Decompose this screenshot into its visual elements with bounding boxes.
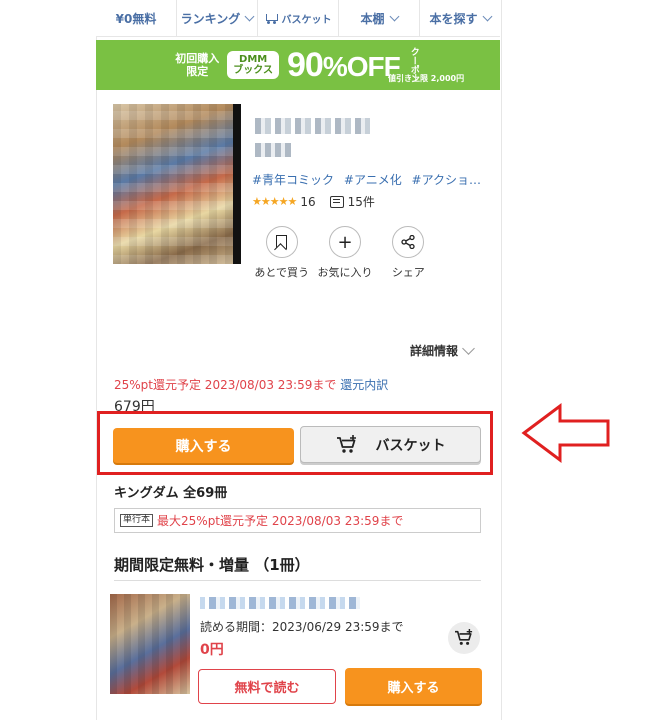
nav-bookshelf[interactable]: 本棚	[339, 0, 420, 36]
add-to-basket-icon-button[interactable]	[448, 622, 480, 654]
genre-tags: #青年コミック #アニメ化 #アクショ…	[252, 171, 487, 188]
free-price: 0円	[200, 642, 224, 658]
discount-text: 90%OFF	[286, 45, 401, 85]
points-text: 25%pt還元予定 2023/08/03 23:59まで	[114, 378, 337, 392]
basket-label: バスケット	[375, 437, 446, 454]
first-purchase-line2: 限定	[186, 65, 209, 78]
nav-free[interactable]: ¥0無料	[96, 0, 177, 36]
first-purchase-line1: 初回購入	[175, 52, 220, 65]
nav-bookshelf-label: 本棚	[360, 11, 385, 26]
star-rating-icon: ★★★★★	[252, 195, 297, 208]
read-free-button[interactable]: 無料で読む	[198, 669, 336, 704]
book-subtitle-blurred	[255, 143, 291, 157]
chevron-down-icon	[482, 11, 492, 21]
volume-title-blurred	[200, 597, 360, 609]
format-tag: 単行本	[120, 514, 154, 527]
share-label: シェア	[391, 266, 425, 279]
rating-row[interactable]: ★★★★★ 16 15件	[252, 193, 375, 210]
first-purchase-label: 初回購入 限定	[175, 52, 219, 78]
review-count: 16	[300, 194, 316, 209]
detail-info-toggle[interactable]: 詳細情報	[410, 341, 475, 359]
tag-link[interactable]: #青年コミック	[252, 173, 334, 187]
chevron-down-icon	[389, 11, 399, 21]
buy-later-label: あとで買う	[254, 266, 309, 279]
left-arrow-annotation-icon	[521, 403, 610, 463]
chevron-down-icon	[244, 11, 255, 21]
book-cover-image[interactable]	[113, 104, 241, 264]
format-points-row[interactable]: 単行本 最大25%pt還元予定 2023/08/03 23:59まで	[114, 508, 481, 533]
nav-search-books-label: 本を探す	[429, 11, 478, 26]
dmm-logo-line2: ブックス	[233, 65, 273, 76]
divider	[114, 580, 481, 581]
buy-button[interactable]: 購入する	[113, 428, 294, 463]
product-actions: あとで買う + お気に入り シェア	[250, 226, 440, 280]
nav-basket[interactable]: バスケット	[258, 0, 339, 36]
volume-cover-image[interactable]	[110, 594, 190, 694]
discount-cap: 値引き上限 2,000円	[388, 74, 465, 83]
cart-plus-icon	[336, 434, 356, 453]
favorite-label: お気に入り	[317, 266, 373, 279]
bookmark-icon	[265, 226, 298, 258]
format-points: 最大25%pt還元予定 2023/08/03 23:59まで	[157, 514, 404, 528]
dmm-logo-line1: DMM	[239, 54, 268, 65]
tag-link[interactable]: #アニメ化	[344, 173, 402, 187]
comment-count: 15件	[347, 195, 375, 209]
nav-basket-label: バスケット	[281, 14, 332, 26]
favorite-button[interactable]: + お気に入り	[313, 226, 376, 280]
series-title: キングダム 全69冊	[114, 482, 227, 501]
points-breakdown-link[interactable]: 還元内訳	[340, 378, 388, 392]
nav-ranking-label: ランキング	[180, 11, 241, 26]
dmm-books-logo: DMM ブックス	[227, 51, 279, 79]
points-info: 25%pt還元予定 2023/08/03 23:59まで 還元内訳	[114, 376, 388, 393]
read-period: 読める期間：2023/06/29 23:59まで	[200, 620, 404, 634]
series-count: 全69冊	[183, 486, 228, 501]
share-icon	[392, 226, 425, 258]
cart-plus-icon	[455, 629, 473, 645]
discount-value: 90	[286, 45, 324, 84]
comment-icon	[329, 195, 344, 208]
book-title-blurred	[255, 118, 370, 134]
share-button[interactable]: シェア	[377, 226, 440, 280]
limited-free-heading: 期間限定無料・増量 （1冊）	[114, 556, 310, 574]
chevron-down-icon	[462, 341, 475, 355]
nav-free-label: ¥0無料	[115, 11, 157, 26]
tag-link[interactable]: #アクショ…	[412, 173, 481, 187]
add-to-basket-button[interactable]: バスケット	[300, 426, 481, 463]
coupon-banner[interactable]: 初回購入 限定 DMM ブックス 90%OFF クーポン 値引き上限 2,000…	[96, 40, 500, 90]
buy-volume-button[interactable]: 購入する	[345, 668, 482, 704]
top-nav: ¥0無料 ランキング バスケット 本棚 本を探す	[96, 0, 500, 37]
plus-icon: +	[328, 226, 361, 258]
detail-info-label: 詳細情報	[410, 344, 459, 358]
nav-search-books[interactable]: 本を探す	[420, 0, 500, 36]
series-name: キングダム	[114, 486, 179, 501]
buy-later-button[interactable]: あとで買う	[250, 226, 313, 280]
cart-icon	[265, 12, 279, 24]
nav-ranking[interactable]: ランキング	[177, 0, 258, 36]
